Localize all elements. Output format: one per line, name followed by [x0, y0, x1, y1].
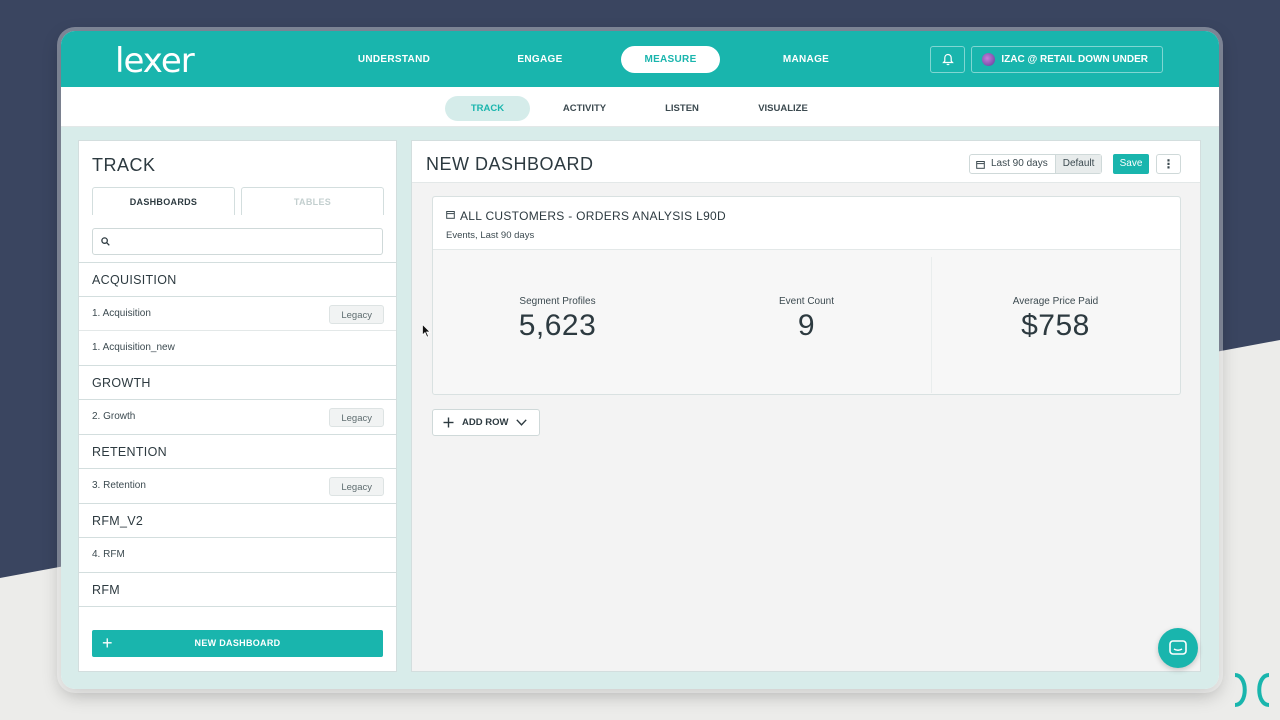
- list-item-label: 1. Acquisition_new: [92, 342, 175, 353]
- list-item[interactable]: 3. Retention Legacy: [79, 469, 396, 503]
- list-item-label: 1. Acquisition: [92, 308, 151, 319]
- legacy-badge: Legacy: [329, 408, 384, 427]
- notifications-button[interactable]: [930, 46, 966, 73]
- search-icon: [101, 237, 110, 246]
- bell-icon: [942, 53, 954, 66]
- calendar-icon: [446, 211, 455, 219]
- calendar-icon: [976, 160, 985, 169]
- legacy-badge: Legacy: [329, 305, 384, 324]
- sidebar-title: TRACK: [92, 155, 156, 175]
- account-label: IZAC @ RETAIL DOWN UNDER: [1001, 54, 1148, 65]
- list-item[interactable]: 4. RFM: [79, 538, 396, 572]
- tab-activity[interactable]: ACTIVITY: [541, 96, 628, 121]
- track-sidebar: TRACK DASHBOARDS TABLES ACQUISITION 1. A…: [78, 140, 397, 672]
- new-dashboard-label: NEW DASHBOARD: [194, 638, 281, 648]
- chevron-down-icon: [516, 419, 528, 426]
- metric-segment-profiles: Segment Profiles 5,623: [433, 296, 682, 343]
- chat-button[interactable]: [1158, 628, 1198, 668]
- list-item-label: 2. Growth: [92, 411, 136, 422]
- metric-average-price-paid: Average Price Paid $758: [931, 296, 1180, 343]
- group-header-retention: RETENTION: [79, 434, 396, 469]
- lexer-logo[interactable]: lexer: [115, 41, 195, 81]
- metric-widget[interactable]: ALL CUSTOMERS - ORDERS ANALYSIS L90D Eve…: [432, 196, 1181, 395]
- top-bar: lexer UNDERSTAND ENGAGE MEASURE MANAGE I…: [61, 31, 1219, 87]
- brand-mark-icon: [1234, 673, 1270, 707]
- tab-listen[interactable]: LISTEN: [637, 96, 727, 121]
- metric-event-count: Event Count 9: [682, 296, 931, 343]
- widget-header: ALL CUSTOMERS - ORDERS ANALYSIS L90D Eve…: [433, 197, 1180, 250]
- list-item[interactable]: 2. Growth Legacy: [79, 400, 396, 434]
- group-header-growth: GROWTH: [79, 365, 396, 400]
- nav-understand[interactable]: UNDERSTAND: [331, 46, 457, 73]
- dashboard-title[interactable]: NEW DASHBOARD: [426, 154, 594, 175]
- plus-icon: +: [102, 633, 113, 653]
- date-range-picker[interactable]: Last 90 days Default: [969, 154, 1103, 174]
- app-window: lexer UNDERSTAND ENGAGE MEASURE MANAGE I…: [61, 31, 1219, 689]
- widget-subtitle: Events, Last 90 days: [446, 230, 535, 241]
- group-header-rfm-v2: RFM_V2: [79, 503, 396, 538]
- nav-measure[interactable]: MEASURE: [621, 46, 720, 73]
- more-vertical-icon[interactable]: ⋮: [1156, 154, 1181, 174]
- add-row-label: ADD ROW: [462, 417, 509, 428]
- nav-manage[interactable]: MANAGE: [720, 46, 892, 73]
- widget-title: ALL CUSTOMERS - ORDERS ANALYSIS L90D: [460, 209, 726, 223]
- add-row-button[interactable]: ADD ROW: [432, 409, 541, 436]
- avatar: [982, 53, 996, 66]
- date-range-label: Last 90 days: [970, 155, 1055, 173]
- group-header-rfm: RFM: [79, 572, 396, 607]
- date-range-text: Last 90 days: [991, 158, 1048, 169]
- main-nav: UNDERSTAND ENGAGE MEASURE MANAGE: [331, 46, 892, 73]
- metric-label: Segment Profiles: [519, 296, 596, 307]
- tab-dashboards[interactable]: DASHBOARDS: [92, 187, 235, 215]
- search-input[interactable]: [117, 233, 377, 251]
- save-button[interactable]: Save: [1113, 154, 1149, 174]
- group-header-acquisition: ACQUISITION: [79, 262, 396, 297]
- nav-engage[interactable]: ENGAGE: [459, 46, 621, 73]
- new-dashboard-button[interactable]: + NEW DASHBOARD: [92, 630, 383, 657]
- tab-track[interactable]: TRACK: [445, 96, 530, 121]
- sub-nav: TRACK ACTIVITY LISTEN VISUALIZE: [61, 87, 1219, 127]
- content-area: TRACK DASHBOARDS TABLES ACQUISITION 1. A…: [61, 127, 1219, 689]
- list-item-label: 3. Retention: [92, 480, 146, 491]
- top-right-controls: IZAC @ RETAIL DOWN UNDER: [930, 46, 1163, 73]
- metric-label: Event Count: [778, 296, 835, 307]
- metric-value: 9: [797, 309, 816, 342]
- dashboard-list: ACQUISITION 1. Acquisition Legacy 1. Acq…: [79, 262, 396, 617]
- list-item[interactable]: 1. Acquisition_new: [79, 331, 396, 365]
- search-field: [92, 228, 383, 255]
- plus-icon: [443, 417, 454, 428]
- tab-tables[interactable]: TABLES: [241, 187, 384, 215]
- chat-icon: [1169, 639, 1187, 655]
- dashboard-panel: NEW DASHBOARD Last 90 days Default Save …: [411, 140, 1201, 672]
- dashboard-header: NEW DASHBOARD Last 90 days Default Save …: [412, 141, 1200, 183]
- mouse-cursor-icon: [422, 324, 431, 338]
- legacy-badge: Legacy: [329, 477, 384, 496]
- account-button[interactable]: IZAC @ RETAIL DOWN UNDER: [971, 46, 1163, 73]
- metric-value: 5,623: [518, 309, 597, 342]
- date-default-button[interactable]: Default: [1054, 155, 1102, 173]
- list-item-label: 4. RFM: [92, 549, 125, 560]
- metric-label: Average Price Paid: [1012, 296, 1099, 307]
- metric-value: $758: [1021, 309, 1090, 342]
- tab-visualize[interactable]: VISUALIZE: [737, 96, 829, 121]
- list-item[interactable]: 1. Acquisition Legacy: [79, 297, 396, 331]
